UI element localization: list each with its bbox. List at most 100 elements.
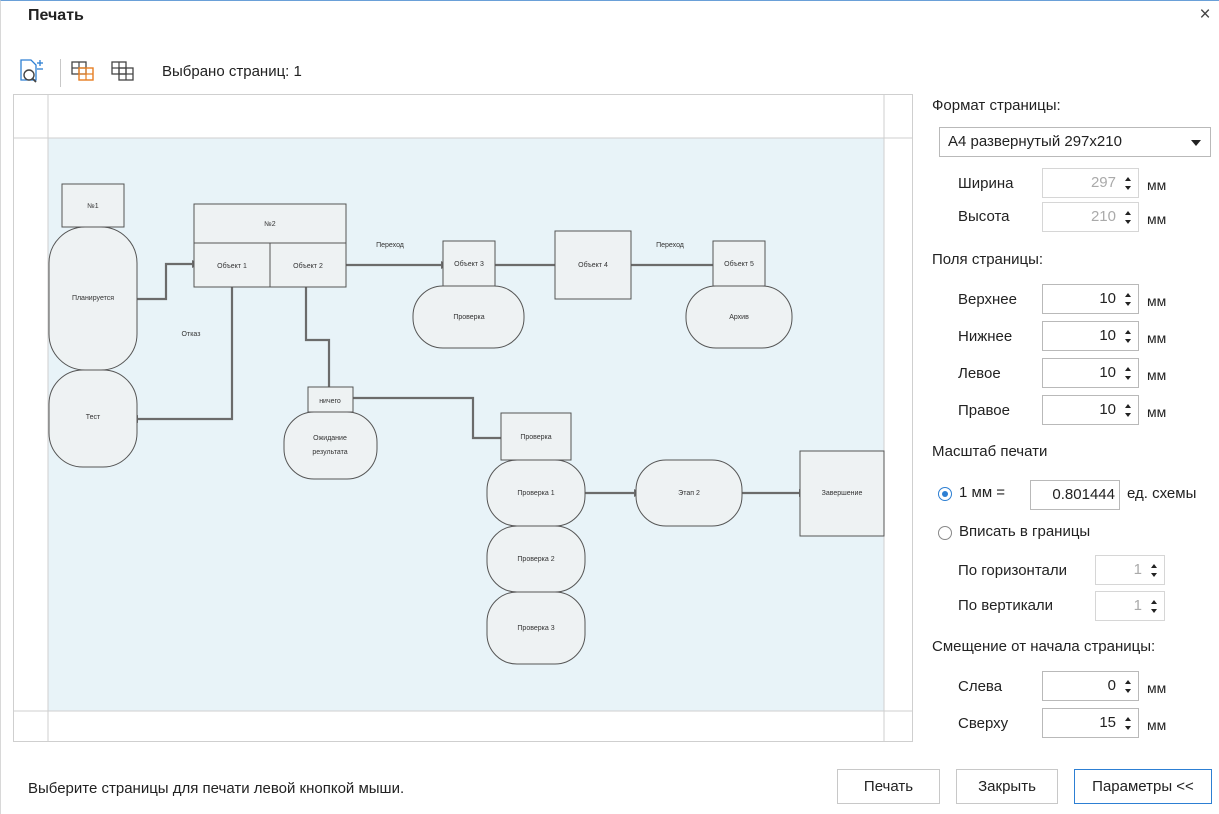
spin-up-icon[interactable] xyxy=(1125,330,1131,334)
unit-label: мм xyxy=(1147,211,1167,227)
label-obj3: Объект 3 xyxy=(454,260,484,268)
margin-left-label: Левое xyxy=(958,365,1001,382)
scale-unit-label: ед. схемы xyxy=(1127,485,1197,502)
spin-up-icon[interactable] xyxy=(1125,367,1131,371)
height-value: 210 xyxy=(1090,208,1116,225)
offset-top-label: Сверху xyxy=(958,715,1009,732)
label-stage2: Этап 2 xyxy=(678,490,700,497)
margins-label: Поля страницы: xyxy=(932,251,1044,268)
vertical-pages-spinner[interactable]: 1 xyxy=(1095,591,1165,621)
spin-down-icon[interactable] xyxy=(1125,339,1131,343)
fit-radio[interactable] xyxy=(938,526,952,540)
page-format-value: А4 развернутый 297x210 xyxy=(948,133,1122,150)
margin-right-label: Правое xyxy=(958,402,1010,419)
margin-right-spinner[interactable]: 10 xyxy=(1042,395,1139,425)
spin-down-icon[interactable] xyxy=(1125,726,1131,730)
spin-up-icon[interactable] xyxy=(1151,600,1157,604)
spin-down-icon[interactable] xyxy=(1125,302,1131,306)
scale-input[interactable]: 0.801444 xyxy=(1030,480,1120,510)
horizontal-pages-spinner[interactable]: 1 xyxy=(1095,555,1165,585)
spin-up-icon[interactable] xyxy=(1125,717,1131,721)
offset-left-label: Слева xyxy=(958,678,1003,695)
label-check: Проверка xyxy=(453,314,484,321)
horizontal-pages-value: 1 xyxy=(1133,561,1142,578)
label-finish: Завершение xyxy=(822,490,863,497)
label-obj2: Объект 2 xyxy=(293,262,323,270)
vertical-pages-value: 1 xyxy=(1133,597,1142,614)
scale-radio-label: 1 мм = xyxy=(959,484,1006,501)
label-refusal: Отказ xyxy=(182,331,201,338)
zoom-page-icon[interactable] xyxy=(20,59,44,83)
all-pages-icon[interactable] xyxy=(111,59,135,83)
spin-down-icon[interactable] xyxy=(1125,220,1131,224)
unit-label: мм xyxy=(1147,404,1167,420)
label-nothing: ничего xyxy=(319,398,341,405)
margin-top-value: 10 xyxy=(1099,290,1116,307)
label-transition1: Переход xyxy=(376,242,404,249)
label-n1: №1 xyxy=(87,203,99,210)
label-obj4: Объект 4 xyxy=(578,261,608,269)
print-preview-area[interactable]: №1 Планируется Тест №2 Объект 1 Объект 2… xyxy=(13,94,913,742)
fit-radio-label: Вписать в границы xyxy=(959,523,1091,540)
page-format-select[interactable]: А4 развернутый 297x210 xyxy=(939,127,1211,157)
spin-down-icon[interactable] xyxy=(1125,376,1131,380)
spin-down-icon[interactable] xyxy=(1125,186,1131,190)
margin-left-spinner[interactable]: 10 xyxy=(1042,358,1139,388)
spin-up-icon[interactable] xyxy=(1125,680,1131,684)
spin-down-icon[interactable] xyxy=(1151,573,1157,577)
spin-up-icon[interactable] xyxy=(1151,564,1157,568)
label-wait2: результата xyxy=(312,449,347,456)
spin-down-icon[interactable] xyxy=(1151,609,1157,613)
scale-label: Масштаб печати xyxy=(932,443,1048,460)
offset-label: Смещение от начала страницы: xyxy=(932,638,1156,655)
label-check2: Проверка 2 xyxy=(517,556,554,563)
status-text: Выберите страницы для печати левой кнопк… xyxy=(28,780,405,797)
label-archive: Архив xyxy=(729,314,749,321)
unit-label: мм xyxy=(1147,367,1167,383)
width-value: 297 xyxy=(1090,174,1116,191)
spin-up-icon[interactable] xyxy=(1125,404,1131,408)
label-obj1: Объект 1 xyxy=(217,262,247,270)
spin-up-icon[interactable] xyxy=(1125,177,1131,181)
print-dialog: Печать × Выбрано страниц: 1 №1 Планирует… xyxy=(0,0,1219,814)
dialog-title: Печать xyxy=(28,7,84,24)
height-spinner[interactable]: 210 xyxy=(1042,202,1139,232)
label-plan: Планируется xyxy=(72,295,114,302)
parameters-button[interactable]: Параметры << xyxy=(1074,769,1212,804)
unit-label: мм xyxy=(1147,293,1167,309)
height-label: Высота xyxy=(958,208,1010,225)
toolbar-separator xyxy=(60,59,61,87)
select-pages-icon[interactable] xyxy=(71,59,95,83)
margin-left-value: 10 xyxy=(1099,364,1116,381)
spin-down-icon[interactable] xyxy=(1125,689,1131,693)
unit-label: мм xyxy=(1147,680,1167,696)
unit-label: мм xyxy=(1147,330,1167,346)
page-format-label: Формат страницы: xyxy=(932,97,1061,114)
margin-bottom-spinner[interactable]: 10 xyxy=(1042,321,1139,351)
spin-down-icon[interactable] xyxy=(1125,413,1131,417)
scale-radio[interactable] xyxy=(938,487,952,501)
node-wait xyxy=(283,411,378,480)
offset-left-spinner[interactable]: 0 xyxy=(1042,671,1139,701)
close-icon[interactable]: × xyxy=(1195,5,1215,25)
margin-bottom-value: 10 xyxy=(1099,327,1116,344)
print-button[interactable]: Печать xyxy=(837,769,940,804)
close-button[interactable]: Закрыть xyxy=(956,769,1058,804)
offset-top-value: 15 xyxy=(1099,714,1116,731)
label-n2: №2 xyxy=(264,221,276,228)
label-wait1: Ожидание xyxy=(313,435,347,442)
vertical-pages-label: По вертикали xyxy=(958,597,1054,614)
offset-top-spinner[interactable]: 15 xyxy=(1042,708,1139,738)
offset-left-value: 0 xyxy=(1107,677,1116,694)
spin-up-icon[interactable] xyxy=(1125,293,1131,297)
page-area xyxy=(48,138,884,711)
width-label: Ширина xyxy=(958,175,1014,192)
spin-up-icon[interactable] xyxy=(1125,211,1131,215)
width-spinner[interactable]: 297 xyxy=(1042,168,1139,198)
label-check-head: Проверка xyxy=(520,434,551,441)
margin-bottom-label: Нижнее xyxy=(958,328,1013,345)
label-test: Тест xyxy=(86,414,101,421)
selected-pages-label: Выбрано страниц: 1 xyxy=(162,63,302,80)
label-check1: Проверка 1 xyxy=(517,490,554,497)
margin-top-spinner[interactable]: 10 xyxy=(1042,284,1139,314)
